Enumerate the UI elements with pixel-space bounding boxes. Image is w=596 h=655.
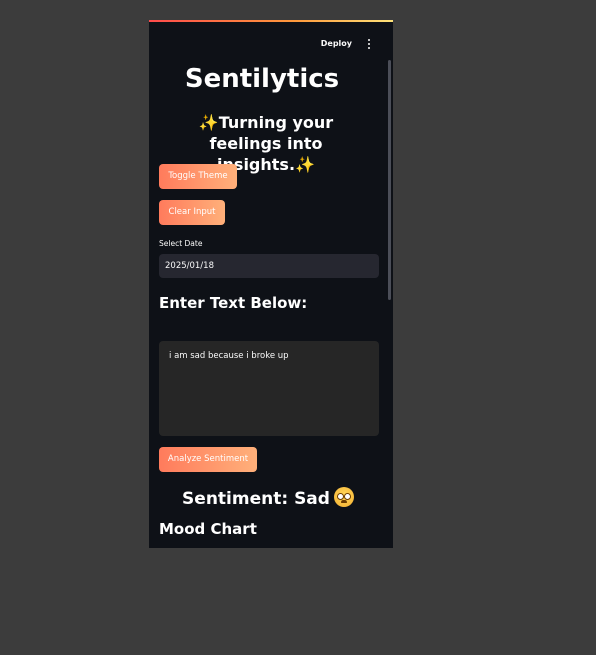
scrollbar[interactable] bbox=[388, 60, 391, 300]
date-input[interactable]: 2025/01/18 bbox=[159, 254, 379, 278]
text-input-heading: Enter Text Below: bbox=[159, 294, 308, 312]
clear-input-button[interactable]: Clear Input bbox=[159, 200, 225, 225]
streamlit-app: Deploy Sentilytics ✨Turning your feeling… bbox=[149, 20, 393, 548]
date-label: Select Date bbox=[159, 239, 203, 248]
analyze-sentiment-button[interactable]: Analyze Sentiment bbox=[159, 447, 257, 472]
toggle-theme-button[interactable]: Toggle Theme bbox=[159, 164, 237, 189]
top-decoration-bar bbox=[149, 20, 393, 22]
subtitle-line-1: ✨Turning your feelings into bbox=[198, 113, 334, 153]
mood-chart-heading: Mood Chart bbox=[159, 520, 257, 538]
kebab-menu-icon[interactable] bbox=[365, 37, 373, 51]
app-header: Deploy bbox=[149, 37, 393, 53]
sentiment-result-text: Sentiment: Sad bbox=[182, 489, 330, 509]
sentiment-text-area[interactable]: i am sad because i broke up bbox=[159, 341, 379, 436]
deploy-button[interactable]: Deploy bbox=[321, 39, 352, 48]
page-title: Sentilytics bbox=[184, 64, 340, 94]
flushed-face-icon bbox=[333, 487, 354, 507]
sentiment-result: Sentiment: Sad bbox=[149, 487, 387, 509]
